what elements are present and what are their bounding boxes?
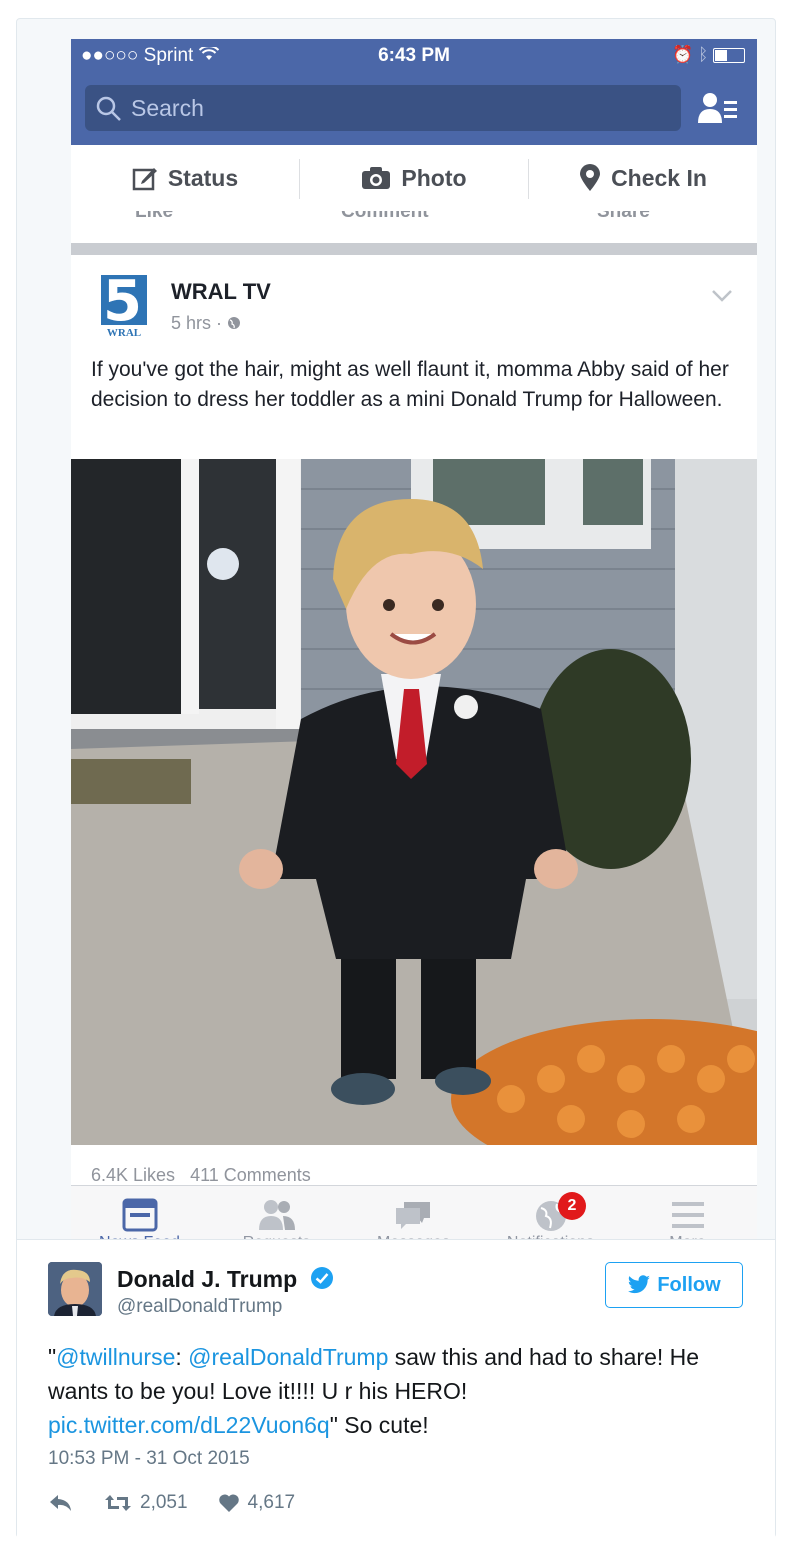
tweet-text: "@twillnurse: @realDonaldTrump saw this … (48, 1340, 748, 1442)
retweet-button[interactable]: 2,051 (104, 1492, 188, 1514)
retweet-count: 2,051 (140, 1492, 188, 1513)
tweet-handle[interactable]: @realDonaldTrump (117, 1296, 282, 1318)
friends-list-icon[interactable] (697, 91, 739, 130)
search-placeholder: Search (131, 95, 204, 121)
facebook-header: ●●○○○ Sprint 6:43 PM ⏰ ᛒ Search (71, 39, 757, 145)
status-button[interactable]: Status (71, 145, 299, 211)
feed-separator (71, 243, 757, 255)
status-time: 6:43 PM (378, 45, 450, 66)
prev-share-label[interactable]: Share (597, 211, 650, 223)
chevron-down-icon[interactable] (711, 289, 733, 308)
heart-icon (218, 1494, 239, 1512)
tweet-body-end: " So cute! (329, 1412, 429, 1438)
ios-status-bar: ●●○○○ Sprint 6:43 PM ⏰ ᛒ (71, 39, 757, 75)
twitter-bird-icon (628, 1275, 651, 1294)
mention-twillnurse[interactable]: @twillnurse (56, 1344, 175, 1370)
reply-icon (50, 1495, 71, 1511)
logo-text: WRAL (101, 325, 147, 341)
messages-icon (395, 1202, 430, 1229)
photo-label: Photo (401, 164, 467, 191)
post-photo[interactable] (71, 459, 757, 1145)
like-count: 4,617 (247, 1492, 296, 1513)
post-author[interactable]: WRAL TV (171, 279, 271, 305)
friend-requests-icon (258, 1200, 295, 1230)
reply-button[interactable] (48, 1493, 74, 1513)
post-counts: 6.4K Likes 411 Comments (91, 1165, 311, 1186)
prev-like-label[interactable]: Like (135, 211, 173, 223)
search-icon (96, 96, 121, 121)
checkin-button[interactable]: Check In (529, 145, 757, 211)
like-button[interactable]: 4,617 (218, 1492, 296, 1514)
prev-comment-label[interactable]: Comment (341, 211, 429, 223)
location-pin-icon (580, 164, 601, 191)
edit-icon (132, 168, 157, 191)
follow-button[interactable]: Follow (605, 1262, 743, 1308)
author-name: Donald J. Trump (117, 1266, 298, 1293)
quote-open: " (48, 1344, 57, 1370)
menu-icon (671, 1202, 704, 1228)
status-icons: ⏰ ᛒ (672, 45, 745, 65)
verified-badge-icon (310, 1266, 334, 1296)
tweet-author-name[interactable]: Donald J. Trump (117, 1266, 334, 1296)
tweet-actions: 2,051 4,617 (48, 1492, 325, 1514)
facebook-screenshot: ●●○○○ Sprint 6:43 PM ⏰ ᛒ Search Status P… (71, 39, 757, 1257)
mention-realdonaldtrump[interactable]: @realDonaldTrump (188, 1344, 388, 1370)
alarm-icon: ⏰ (672, 45, 694, 64)
facebook-post: 5 WRAL WRAL TV 5 hrs · If you've got the… (71, 255, 757, 1185)
checkin-label: Check In (611, 164, 707, 191)
camera-icon (362, 167, 391, 189)
bluetooth-icon: ᛒ (698, 45, 709, 64)
composer-bar: Status Photo Check In (71, 145, 757, 212)
colon: : (175, 1344, 182, 1370)
notifications-badge: 2 (558, 1192, 586, 1220)
likes-count[interactable]: 6.4K Likes (91, 1165, 175, 1185)
avatar[interactable] (48, 1262, 102, 1316)
pic-link[interactable]: pic.twitter.com/dL22Vuon6q (48, 1412, 330, 1438)
retweet-icon (105, 1495, 131, 1511)
embedded-tweet-card: ●●○○○ Sprint 6:43 PM ⏰ ᛒ Search Status P… (16, 18, 776, 1538)
status-label: Status (167, 164, 239, 191)
news-feed-icon (122, 1198, 157, 1232)
comments-count[interactable]: 411 Comments (190, 1165, 311, 1185)
tweet: Donald J. Trump @realDonaldTrump Follow … (17, 1239, 775, 1538)
globe-icon (227, 313, 241, 333)
previous-post-actions: Like Comment Share (71, 211, 757, 243)
search-input[interactable]: Search (85, 85, 681, 131)
tweet-timestamp[interactable]: 10:53 PM - 31 Oct 2015 (48, 1448, 250, 1470)
post-meta: 5 hrs · (171, 313, 241, 334)
battery-icon (713, 48, 745, 64)
post-time: 5 hrs · (171, 313, 223, 333)
photo-button[interactable]: Photo (300, 145, 528, 211)
wral-logo: 5 WRAL (101, 269, 147, 341)
post-text: If you've got the hair, might as well fl… (91, 358, 729, 411)
follow-label: Follow (657, 1273, 721, 1296)
